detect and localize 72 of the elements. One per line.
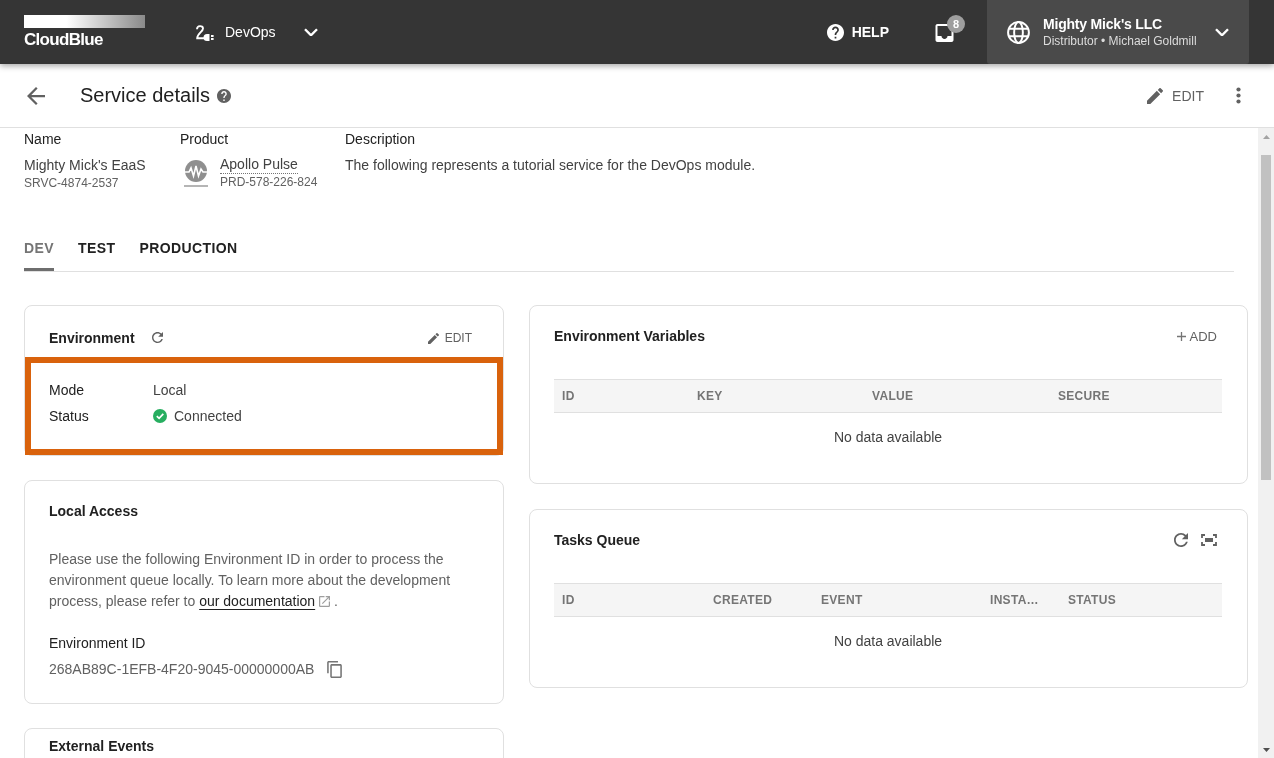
service-name: Mighty Mick's EaaS <box>24 156 146 175</box>
back-arrow-icon <box>27 86 45 105</box>
field-label: Name <box>24 130 62 149</box>
chevron-down-icon <box>1215 27 1229 37</box>
mode-value: Local <box>153 382 187 398</box>
documentation-link[interactable]: our documentation <box>199 593 316 609</box>
environment-id: 268AB89C-1EFB-4F20-9045-00000000AB <box>49 660 315 679</box>
product-id: PRD-578-226-824 <box>220 174 318 190</box>
pencil-icon <box>1147 87 1164 104</box>
edit-button[interactable]: EDIT <box>427 328 472 348</box>
column-header: VALUE <box>871 389 915 403</box>
account-name: Mighty Mick's LLC <box>1043 15 1163 33</box>
help-icon <box>826 23 844 41</box>
field-label: Product <box>180 130 229 149</box>
field-label: Mode <box>49 382 85 398</box>
service-id: SRVC-4874-2537 <box>24 175 119 191</box>
column-header: STATUS <box>1067 593 1118 607</box>
refresh-icon <box>151 332 163 343</box>
more-vertical-icon <box>1235 87 1241 104</box>
plus-icon <box>1176 331 1186 341</box>
edit-button[interactable]: EDIT <box>1147 77 1204 114</box>
external-link-icon <box>319 596 331 607</box>
card-title: Environment Variables <box>554 327 705 346</box>
logo-text: CloudBlue <box>24 31 103 49</box>
card-title: External Events <box>49 738 156 754</box>
column-header: KEY <box>696 389 724 403</box>
card-title: Local Access <box>49 502 139 521</box>
pencil-icon <box>427 332 439 344</box>
column-header: ID <box>561 389 576 403</box>
check-circle-icon <box>153 409 167 423</box>
globe-icon <box>1006 19 1031 45</box>
tab[interactable]: TEST <box>78 224 116 271</box>
tab[interactable]: DEV <box>24 224 54 271</box>
empty-message: No data available <box>833 633 943 649</box>
column-header: SECURE <box>1057 389 1111 403</box>
refresh-icon <box>1174 533 1188 547</box>
status-value: Connected <box>174 407 242 426</box>
logo-stripe-icon <box>24 15 145 28</box>
product-link[interactable]: Apollo Pulse <box>220 155 298 174</box>
refresh-button[interactable] <box>1174 532 1188 548</box>
column-header: INSTA… <box>989 593 1040 607</box>
account-role: Distributor • Michael Goldmill <box>1043 33 1198 49</box>
refresh-button[interactable] <box>151 332 163 343</box>
scrollbar-thumb[interactable] <box>1261 155 1271 480</box>
help-button[interactable]: HELP <box>826 16 889 48</box>
card-title: Environment <box>49 329 135 348</box>
page-title: Service details <box>80 84 211 107</box>
module-switcher[interactable]: DevOps <box>195 16 318 48</box>
product-logo-icon <box>181 158 211 188</box>
scrollbar[interactable] <box>1258 128 1274 758</box>
copy-icon <box>327 660 343 678</box>
service-description: The following represents a tutorial service for the DevOps module. <box>345 156 756 175</box>
copy-button[interactable] <box>327 660 343 678</box>
expand-button[interactable] <box>1201 532 1217 548</box>
column-header: ID <box>561 593 576 607</box>
add-button[interactable]: ADD <box>1176 328 1217 344</box>
help-icon <box>217 88 232 103</box>
instructions-text: Please use the following Environment ID in order to process the environment queue locally. To learn more about the development process, please refer to our documentation . <box>49 550 452 611</box>
notification-badge: 8 <box>947 15 965 33</box>
account-menu[interactable]: Mighty Mick's LLC Distributor • Michael Goldmill <box>987 0 1249 64</box>
empty-message: No data available <box>833 429 943 445</box>
expand-icon <box>1201 534 1217 546</box>
field-label: Status <box>49 408 89 424</box>
card-title: Tasks Queue <box>554 531 641 550</box>
tab[interactable]: PRODUCTION <box>139 224 238 271</box>
field-label: Environment ID <box>49 634 147 653</box>
scroll-down-icon[interactable] <box>1262 747 1270 752</box>
column-header: EVENT <box>820 593 864 607</box>
chevron-down-icon <box>303 27 318 37</box>
column-header: CREATED <box>712 593 774 607</box>
field-label: Description <box>345 130 416 149</box>
plug-icon <box>195 23 215 41</box>
